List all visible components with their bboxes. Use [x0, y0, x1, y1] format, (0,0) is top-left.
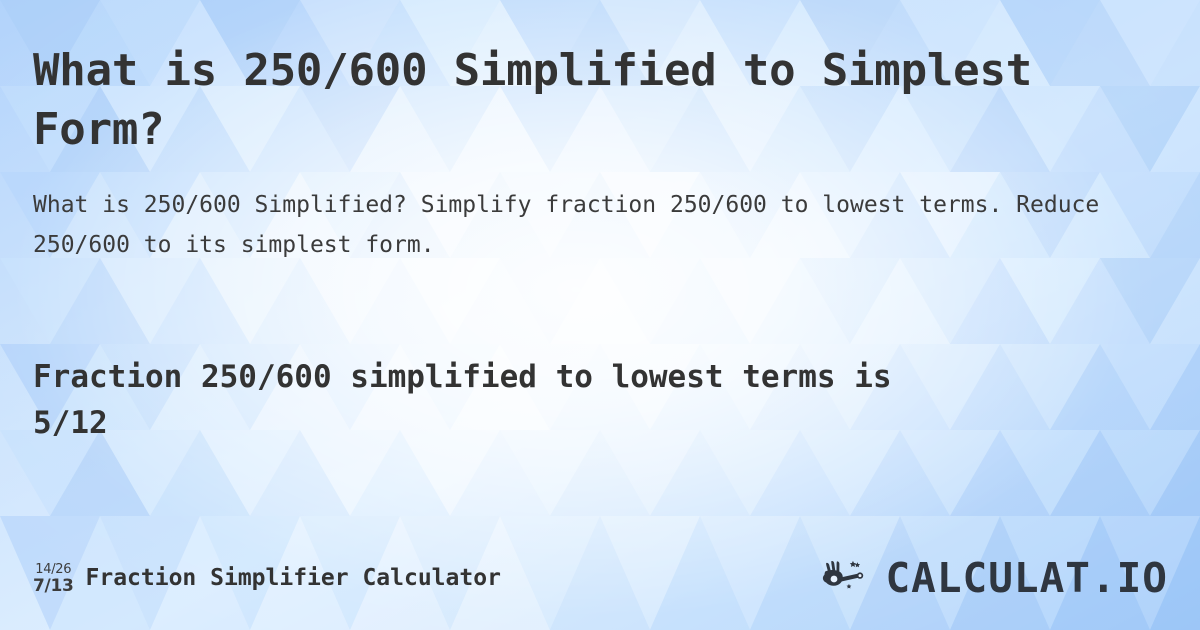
fraction-reduce-icon-bottom: 7/13 [33, 575, 74, 596]
og-image-canvas: What is 250/600 Simplified to Simplest F… [0, 0, 1200, 630]
fraction-reduce-icon-top: 14/26 [35, 561, 72, 577]
result-line-2: 5/12 [33, 404, 108, 441]
fraction-reduce-icon: 14/26 7/13 [33, 562, 74, 595]
footer-left-group: 14/26 7/13 Fraction Simplifier Calculato… [33, 562, 501, 595]
result-line-1: Fraction 250/600 simplified to lowest te… [33, 359, 892, 395]
content-area: What is 250/600 Simplified to Simplest F… [0, 0, 1200, 630]
page-description: What is 250/600 Simplified? Simplify fra… [33, 192, 1100, 258]
brand-wordmark: CALCULAT.IO [885, 553, 1168, 602]
brand-logo[interactable]: CALCULAT.IO [822, 553, 1180, 602]
result-block: Fraction 250/600 simplified to lowest te… [33, 355, 1168, 446]
tool-name-label: Fraction Simplifier Calculator [85, 565, 501, 591]
page-title: What is 250/600 Simplified to Simplest F… [33, 45, 1059, 155]
magic-wand-hand-icon [823, 560, 864, 589]
footer-bar: 14/26 7/13 Fraction Simplifier Calculato… [33, 552, 1180, 604]
